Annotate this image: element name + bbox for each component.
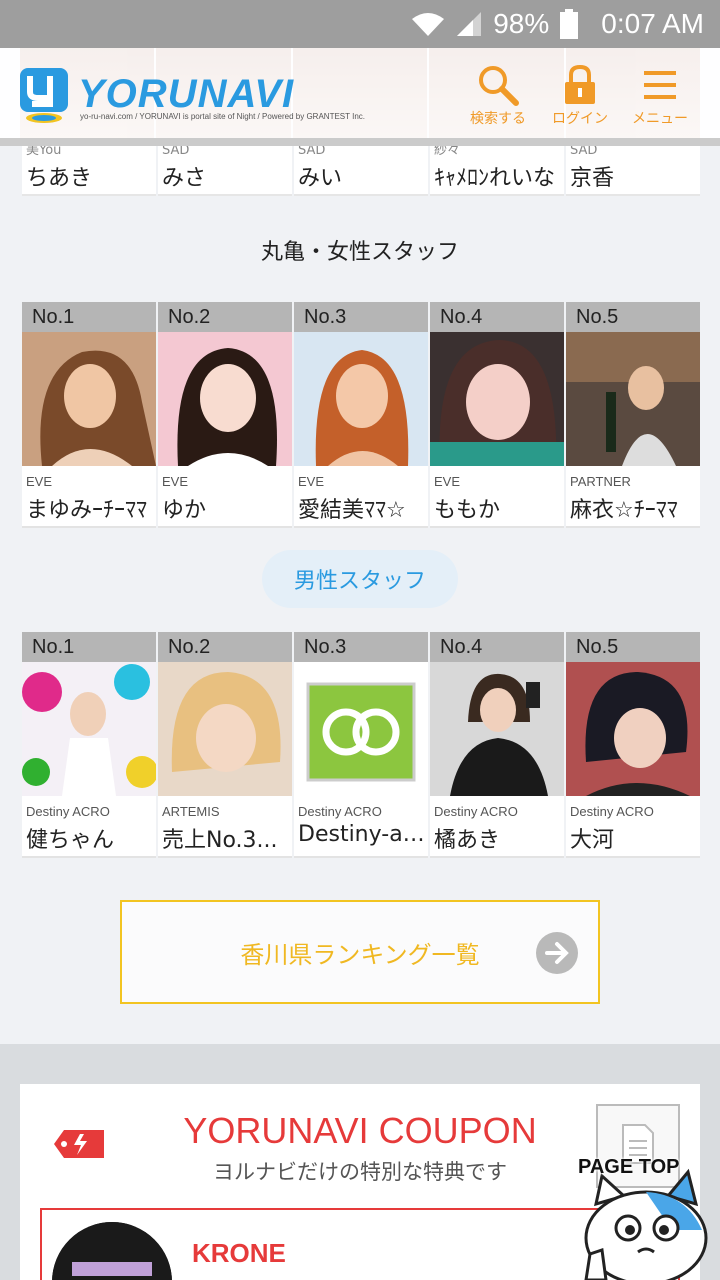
- ranking-link-label: 香川県ランキング一覧: [240, 940, 480, 969]
- staff-name: 健ちゃん: [26, 828, 115, 853]
- shop-name: SAD: [298, 146, 326, 158]
- shop-name: SAD: [570, 146, 598, 158]
- rank-label: No.1: [22, 302, 156, 332]
- rank-label: No.1: [22, 632, 156, 662]
- female-ranking-row: No.1 EVE まゆみｰﾁｰﾏﾏ No.2 EVE ゆか No.3 EVE 愛…: [22, 302, 700, 528]
- ranking-card[interactable]: No.5 PARTNER 麻衣☆ﾁｰﾏﾏ: [566, 302, 700, 528]
- staff-name: 橘あき: [434, 828, 501, 853]
- shop-name: EVE: [162, 474, 189, 489]
- ranking-card[interactable]: No.4 Destiny ACRO 橘あき: [430, 632, 564, 858]
- staff-name: 麻衣☆ﾁｰﾏﾏ: [570, 498, 678, 523]
- female-section-title: 丸亀・女性スタッフ: [260, 240, 459, 265]
- ranking-card[interactable]: No.2 ARTEMIS 売上No.3...: [158, 632, 292, 858]
- menu-label: メニュー: [632, 111, 688, 127]
- ranking-card[interactable]: No.1 Destiny ACRO 健ちゃん: [22, 632, 156, 858]
- status-bar: 98% 0:07 AM: [0, 0, 720, 48]
- staff-photo: [430, 332, 564, 466]
- rank-label: No.5: [566, 632, 700, 662]
- staff-photo: [566, 332, 700, 466]
- shop-name: PARTNER: [570, 474, 631, 489]
- shop-name: Destiny ACRO: [298, 804, 382, 819]
- arrow-right-icon: [536, 932, 578, 974]
- clock: 0:07 AM: [601, 8, 704, 39]
- rank-label: No.4: [430, 632, 564, 662]
- staff-name: 売上No.3...: [162, 828, 278, 853]
- rank-label: No.2: [158, 302, 292, 332]
- ranking-card[interactable]: No.1 EVE まゆみｰﾁｰﾏﾏ: [22, 302, 156, 528]
- ranking-card[interactable]: SAD みさ: [158, 146, 292, 196]
- battery-percent: 98%: [493, 8, 550, 39]
- site-header: YORUNAVI yo-ru-navi.com / YORUNAVI is po…: [0, 48, 720, 146]
- shop-name: Destiny ACRO: [570, 804, 654, 819]
- rank-label: No.3: [294, 632, 428, 662]
- logo-mark-icon: [18, 66, 70, 123]
- shop-name: EVE: [26, 474, 53, 489]
- shop-name: SAD: [162, 146, 190, 158]
- wifi-icon: [411, 11, 445, 37]
- page-top-label: PAGE TOP: [578, 1156, 680, 1178]
- login-label: ログイン: [552, 111, 608, 127]
- staff-photo: [22, 332, 156, 466]
- male-ranking-row: No.1 Destiny ACRO 健ちゃん No.2 ARTEMIS 売上No…: [22, 632, 700, 858]
- staff-name: ゆか: [162, 498, 207, 523]
- logo-subtitle: yo-ru-navi.com / YORUNAVI is portal site…: [80, 112, 365, 121]
- staff-name: みい: [298, 166, 343, 191]
- rank-label: No.3: [294, 302, 428, 332]
- search-label: 検索する: [470, 111, 526, 127]
- rank-label: No.4: [430, 302, 564, 332]
- staff-photo: [566, 662, 700, 796]
- ranking-card[interactable]: No.4 EVE ももか: [430, 302, 564, 528]
- search-button[interactable]: 検索する: [458, 62, 538, 128]
- prefecture-ranking-link[interactable]: 香川県ランキング一覧: [120, 900, 600, 1004]
- shop-name: Destiny ACRO: [434, 804, 518, 819]
- staff-name: 愛結美ﾏﾏ☆: [298, 498, 406, 523]
- staff-photo: [294, 662, 428, 796]
- shop-name: 紗々: [434, 146, 461, 158]
- signal-icon: [455, 10, 483, 38]
- ranking-card[interactable]: SAD 京香: [566, 146, 700, 196]
- ranking-card[interactable]: No.5 Destiny ACRO 大河: [566, 632, 700, 858]
- staff-name: ももか: [434, 498, 501, 523]
- staff-name: ｷｬﾒﾛﾝれいな: [434, 166, 556, 191]
- ranking-card[interactable]: 紗々 ｷｬﾒﾛﾝれいな: [430, 146, 564, 196]
- ranking-card[interactable]: No.3 EVE 愛結美ﾏﾏ☆: [294, 302, 428, 528]
- shop-name: 美You: [26, 146, 62, 158]
- staff-name: 京香: [570, 166, 615, 191]
- male-section-title: 男性スタッフ: [262, 550, 458, 608]
- staff-photo: [158, 662, 292, 796]
- staff-photo: [158, 332, 292, 466]
- staff-name: 大河: [570, 828, 615, 853]
- staff-photo: [22, 662, 156, 796]
- battery-icon: [559, 9, 579, 39]
- shop-name: EVE: [434, 474, 461, 489]
- logo-text: YORUNAVI: [78, 72, 295, 116]
- staff-photo: [294, 332, 428, 466]
- search-icon: [458, 62, 538, 108]
- coupon-shop-name: KRONE: [192, 1238, 286, 1268]
- ranking-card[interactable]: SAD みい: [294, 146, 428, 196]
- hamburger-menu-icon: [620, 62, 700, 108]
- ranking-card[interactable]: 美You ちあき: [22, 146, 156, 196]
- lock-icon: [540, 62, 620, 108]
- staff-photo: [430, 662, 564, 796]
- menu-button[interactable]: メニュー: [620, 62, 700, 128]
- shop-name: Destiny ACRO: [26, 804, 110, 819]
- rank-label: No.2: [158, 632, 292, 662]
- staff-name: ちあき: [26, 166, 93, 191]
- rank-label: No.5: [566, 302, 700, 332]
- shop-name: EVE: [298, 474, 325, 489]
- ranking-card[interactable]: No.2 EVE ゆか: [158, 302, 292, 528]
- staff-name: みさ: [162, 166, 207, 191]
- ranking-card[interactable]: No.3 Destiny ACRO Destiny-acro: [294, 632, 428, 858]
- shop-name: ARTEMIS: [162, 804, 220, 819]
- staff-name: まゆみｰﾁｰﾏﾏ: [26, 498, 148, 523]
- previous-ranking-row: 美You ちあき SAD みさ SAD みい 紗々 ｷｬﾒﾛﾝれいな SAD 京香: [22, 146, 700, 196]
- login-button[interactable]: ログイン: [540, 62, 620, 128]
- staff-name: Destiny-acro: [298, 822, 426, 847]
